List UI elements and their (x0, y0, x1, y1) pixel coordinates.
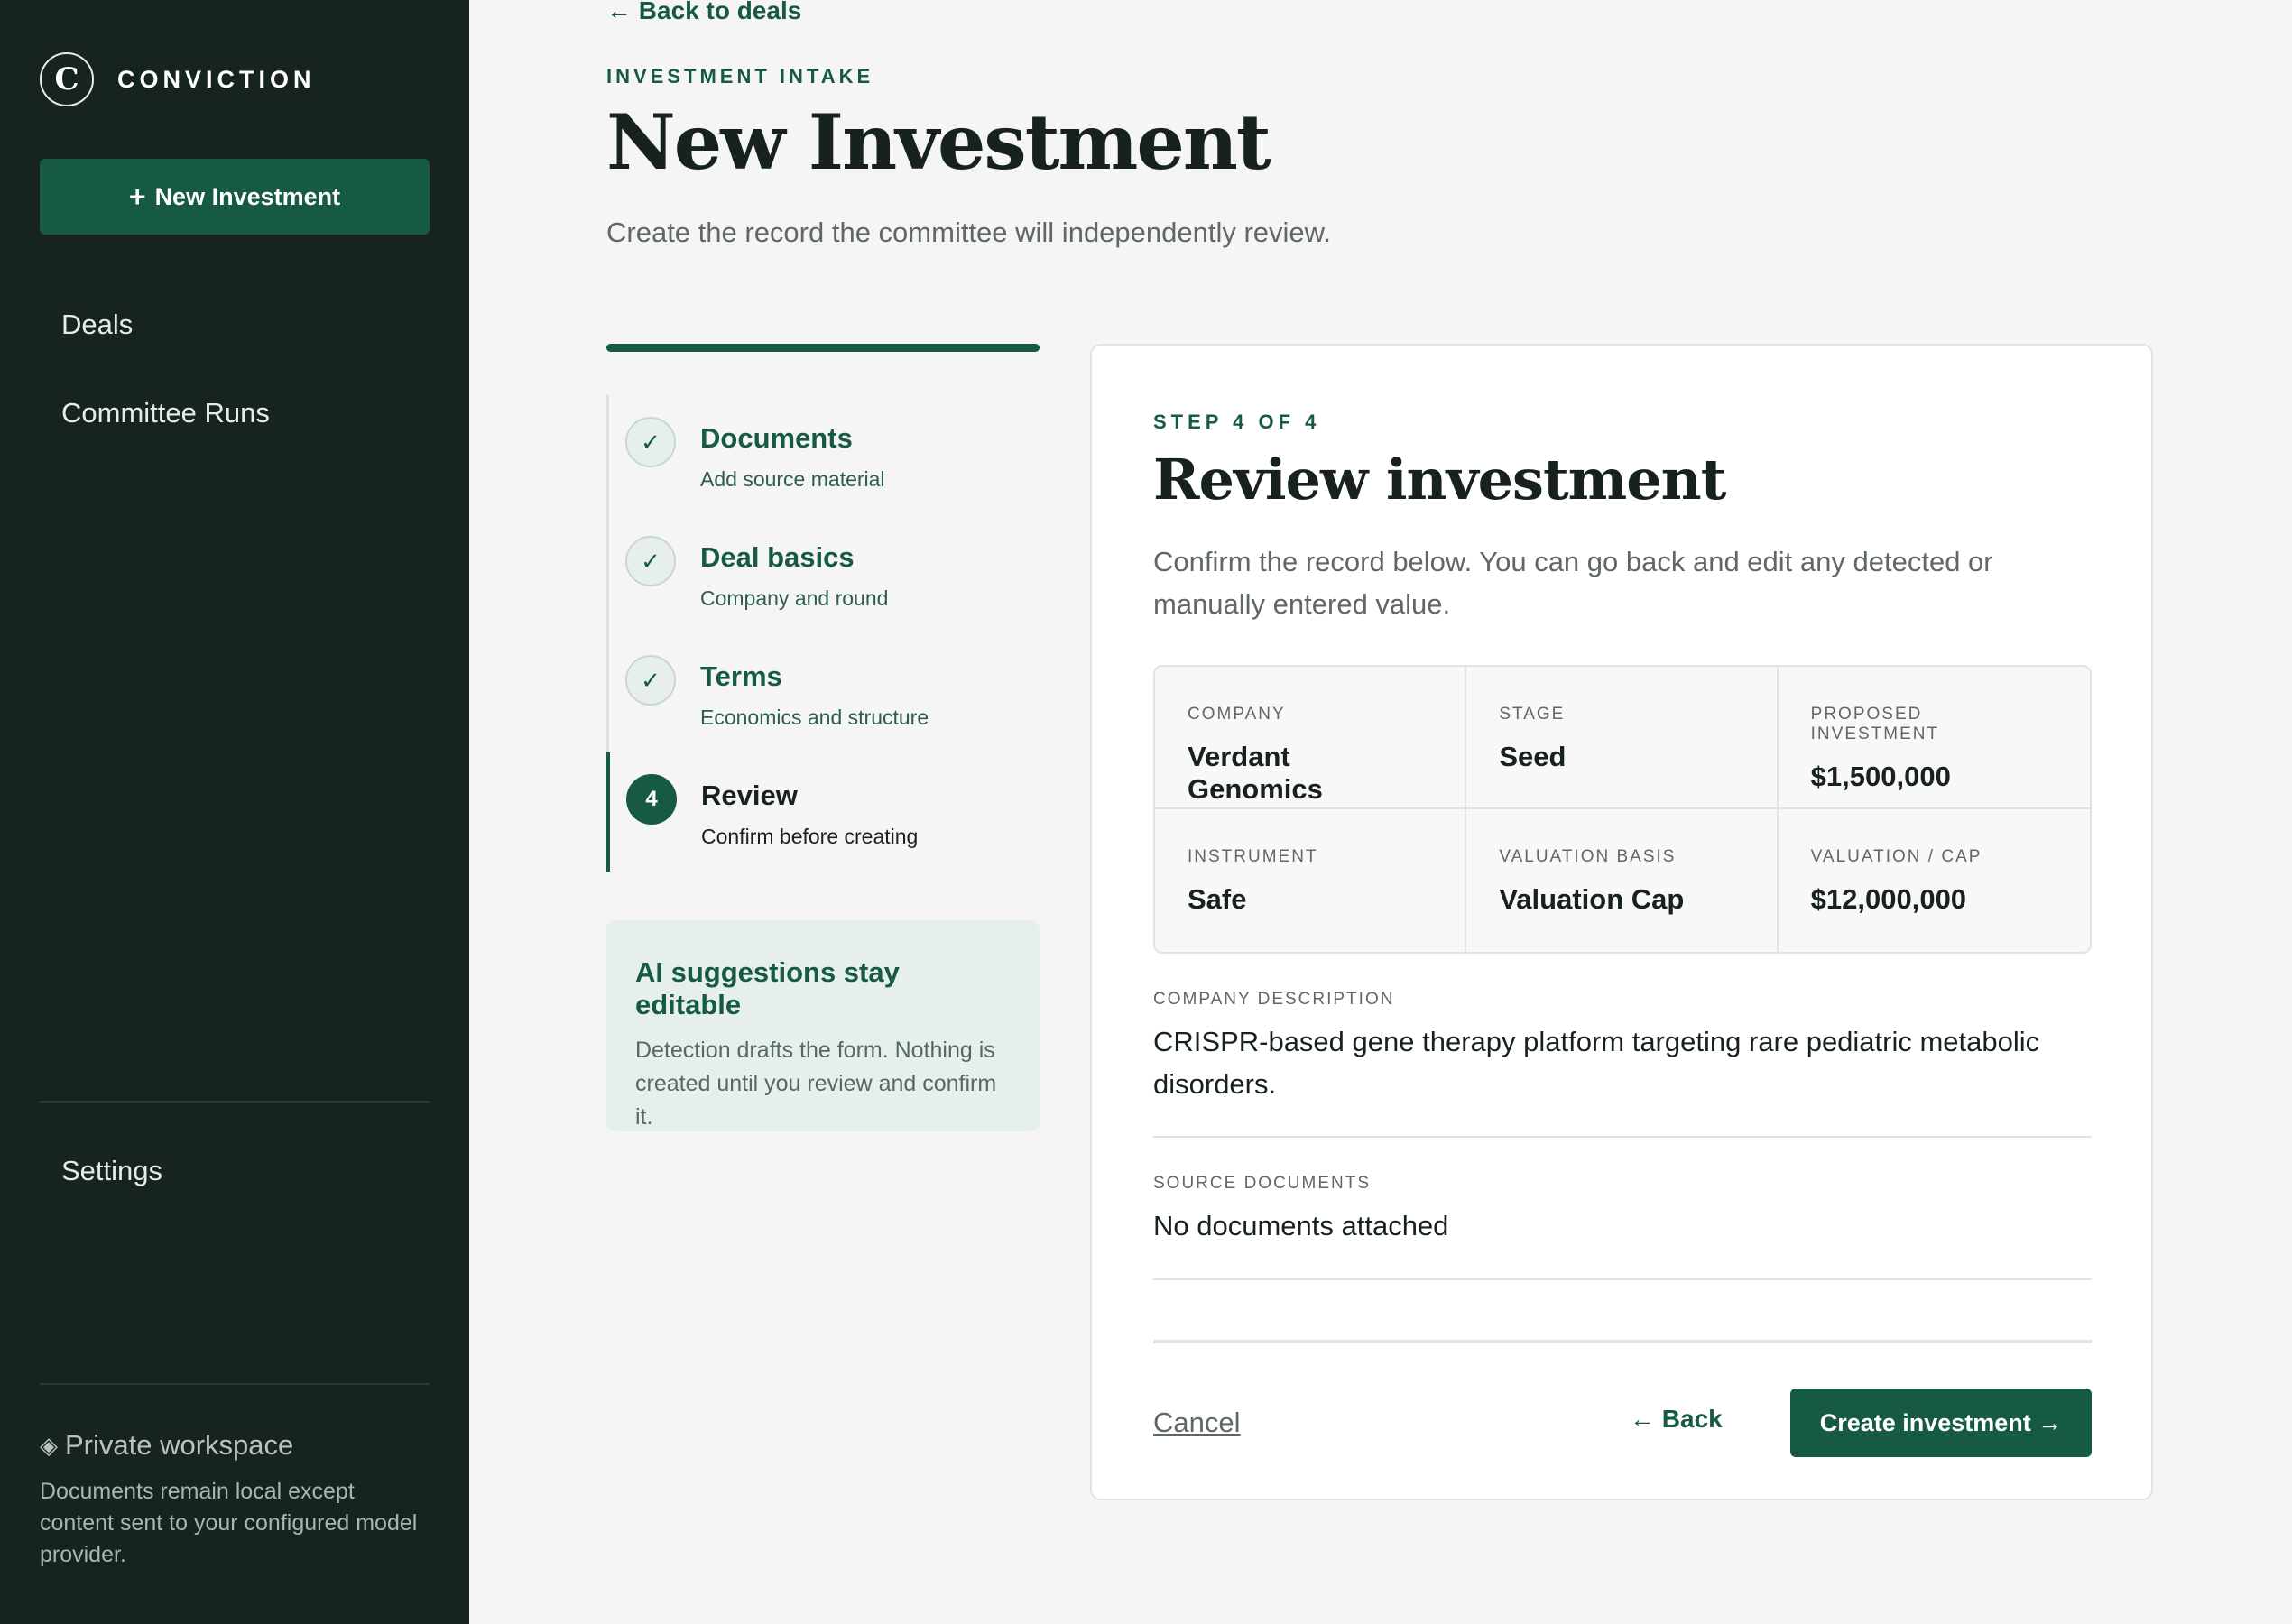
source-documents-value: No documents attached (1153, 1210, 1449, 1241)
progress-bar (606, 344, 1040, 352)
field-label: PROPOSED INVESTMENT (1810, 705, 1940, 743)
cancel-link[interactable]: Cancel (1153, 1407, 1241, 1439)
step-desc: Add source material (700, 467, 885, 491)
check-icon: ✓ (625, 536, 676, 586)
step-desc: Economics and structure (700, 706, 929, 729)
field-value: Verdant Genomics (1188, 741, 1323, 805)
page-subtitle: Create the record the committee will ind… (606, 217, 1331, 248)
source-documents-label: SOURCE DOCUMENTS (1153, 1174, 1372, 1193)
sidebar-item-settings[interactable]: Settings (61, 1155, 162, 1187)
step-title: Deal basics (700, 541, 855, 573)
brand: C CONVICTION (40, 52, 316, 106)
step-title: Documents (700, 422, 853, 454)
private-workspace-note: Documents remain local except content se… (40, 1479, 418, 1567)
summary-grid: COMPANY Verdant Genomics STAGE Seed PROP… (1153, 665, 2092, 954)
ai-note-body: Detection drafts the form. Nothing is cr… (635, 1038, 997, 1130)
step-title: Review (701, 780, 798, 811)
field-company: COMPANY Verdant Genomics (1155, 667, 1467, 809)
step-terms[interactable]: ✓ Terms Economics and structure (606, 633, 1040, 752)
back-button[interactable]: ← Back (1630, 1405, 1723, 1434)
field-label: VALUATION BASIS (1499, 847, 1677, 866)
step-indicator: STEP 4 OF 4 (1153, 411, 1321, 433)
back-to-deals-link[interactable]: ← Back to deals (606, 0, 801, 25)
page-title: New Investment (606, 97, 1271, 187)
check-icon: ✓ (625, 655, 676, 706)
new-investment-label: New Investment (154, 182, 341, 210)
card-subtitle: Confirm the record below. You can go bac… (1153, 546, 1993, 620)
divider (1153, 1278, 2092, 1280)
new-investment-button[interactable]: + New Investment (40, 159, 430, 235)
step-desc: Company and round (700, 586, 889, 610)
private-workspace: ◈ Private workspace (40, 1429, 293, 1462)
divider (1153, 1136, 2092, 1138)
field-valuation-cap: VALUATION / CAP $12,000,000 (1779, 809, 2090, 952)
field-value: $1,500,000 (1810, 761, 1951, 792)
step-desc: Confirm before creating (701, 825, 919, 848)
ai-suggestions-note: AI suggestions stay editable Detection d… (606, 920, 1040, 1131)
company-description-label: COMPANY DESCRIPTION (1153, 990, 1395, 1009)
diamond-icon: ◈ (40, 1431, 58, 1459)
footer-divider (1153, 1340, 2092, 1343)
sidebar-divider (40, 1383, 430, 1385)
field-label: VALUATION / CAP (1810, 847, 1982, 866)
private-workspace-label: Private workspace (65, 1429, 294, 1461)
field-stage: STAGE Seed (1466, 667, 1779, 809)
field-label: STAGE (1499, 705, 1566, 724)
sidebar-item-committee-runs[interactable]: Committee Runs (61, 397, 270, 429)
page-eyebrow: INVESTMENT INTAKE (606, 65, 874, 88)
step-deal-basics[interactable]: ✓ Deal basics Company and round (606, 514, 1040, 633)
step-documents[interactable]: ✓ Documents Add source material (606, 395, 1040, 514)
card-title: Review investment (1153, 447, 1726, 512)
field-label: INSTRUMENT (1188, 847, 1318, 866)
sidebar-divider (40, 1101, 430, 1103)
brand-name: CONVICTION (117, 65, 316, 93)
field-proposed-investment: PROPOSED INVESTMENT $1,500,000 (1778, 667, 2090, 809)
step-number-badge: 4 (626, 774, 677, 825)
review-card: STEP 4 OF 4 Review investment Confirm th… (1090, 344, 2153, 1500)
field-label: COMPANY (1188, 705, 1286, 724)
field-value: Valuation Cap (1499, 883, 1685, 915)
plus-icon: + (128, 180, 146, 213)
field-value: Safe (1188, 883, 1247, 915)
create-investment-button[interactable]: Create investment → (1790, 1389, 2092, 1457)
field-instrument: INSTRUMENT Safe (1155, 809, 1467, 952)
brand-logo-icon: C (40, 52, 94, 106)
field-valuation-basis: VALUATION BASIS Valuation Cap (1466, 809, 1779, 952)
app-root: C CONVICTION + New Investment Deals Comm… (0, 0, 2292, 1624)
company-description-value: CRISPR-based gene therapy platform targe… (1153, 1026, 2040, 1100)
main-content: ← Back to deals INVESTMENT INTAKE New In… (469, 0, 2292, 1624)
check-icon: ✓ (625, 417, 676, 467)
ai-note-title: AI suggestions stay editable (635, 956, 900, 1020)
field-value: $12,000,000 (1810, 883, 1967, 915)
step-review[interactable]: 4 Review Confirm before creating (606, 752, 1040, 872)
sidebar-item-deals[interactable]: Deals (61, 309, 133, 341)
stepper: ✓ Documents Add source material ✓ Deal b… (606, 395, 1040, 872)
sidebar: C CONVICTION + New Investment Deals Comm… (0, 0, 469, 1624)
field-value: Seed (1499, 741, 1567, 772)
step-title: Terms (700, 660, 782, 692)
